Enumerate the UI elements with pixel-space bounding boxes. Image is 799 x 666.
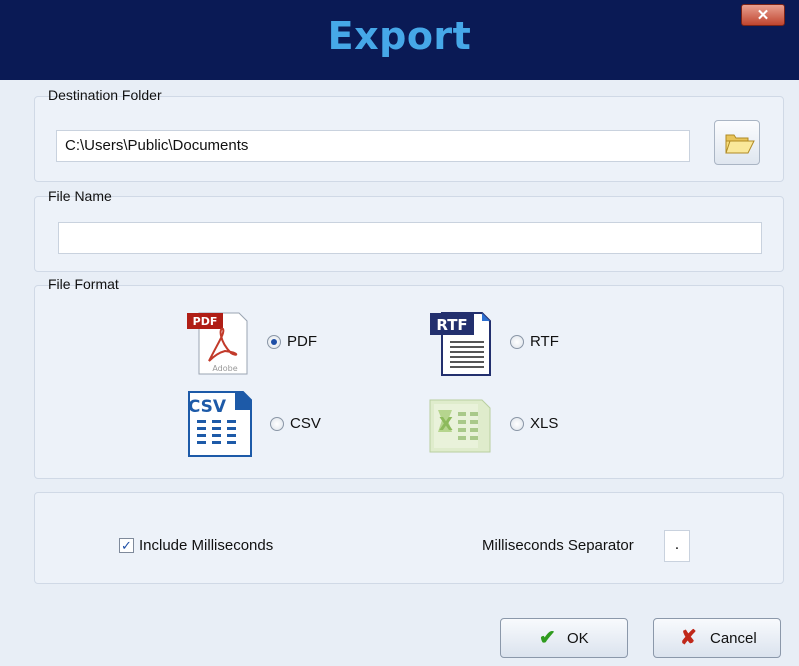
rtf-radio[interactable] xyxy=(510,335,524,349)
file-format-group xyxy=(34,285,784,479)
csv-radio[interactable] xyxy=(270,417,284,431)
dialog-title: Export xyxy=(327,14,472,58)
destination-folder-label: Destination Folder xyxy=(48,87,162,103)
file-name-label: File Name xyxy=(48,188,112,204)
pdf-icon-text: PDF xyxy=(193,315,218,328)
browse-folder-button[interactable] xyxy=(714,120,760,165)
pdf-radio[interactable] xyxy=(267,335,281,349)
cancel-x-icon: ✘ xyxy=(680,627,697,649)
csv-option-label: CSV xyxy=(290,415,321,432)
pdf-icon-subtext: Adobe xyxy=(212,364,237,373)
xls-option-label: XLS xyxy=(530,415,559,432)
close-icon: ✕ xyxy=(756,7,770,24)
milliseconds-separator-label: Milliseconds Separator xyxy=(482,537,634,554)
cancel-button[interactable]: ✘ Cancel xyxy=(653,618,781,658)
close-button[interactable]: ✕ xyxy=(741,4,785,26)
rtf-option-label: RTF xyxy=(530,333,559,350)
csv-icon-text: CSV xyxy=(188,397,227,417)
include-milliseconds-checkbox[interactable]: ✓ xyxy=(119,538,134,553)
milliseconds-separator-input[interactable]: . xyxy=(664,530,690,562)
xls-icon: X xyxy=(429,399,491,453)
svg-text:X: X xyxy=(439,414,453,435)
include-milliseconds-label: Include Milliseconds xyxy=(139,537,274,554)
cancel-button-label: Cancel xyxy=(710,630,757,647)
rtf-icon-text: RTF xyxy=(436,316,467,334)
folder-icon xyxy=(725,134,755,154)
ok-button[interactable]: ✔ OK xyxy=(500,618,628,658)
xls-radio[interactable] xyxy=(510,417,524,431)
ok-button-label: OK xyxy=(567,630,589,647)
file-format-label: File Format xyxy=(48,276,119,292)
pdf-icon: PDF Adobe xyxy=(187,312,248,375)
title-bar: Export ✕ xyxy=(0,0,799,80)
file-name-input[interactable] xyxy=(58,222,762,254)
pdf-option-label: PDF xyxy=(287,333,317,350)
csv-icon: CSV xyxy=(188,391,252,457)
checkmark-icon: ✔ xyxy=(539,627,556,649)
rtf-icon: RTF xyxy=(430,312,491,376)
destination-folder-input[interactable]: C:\Users\Public\Documents xyxy=(56,130,690,162)
